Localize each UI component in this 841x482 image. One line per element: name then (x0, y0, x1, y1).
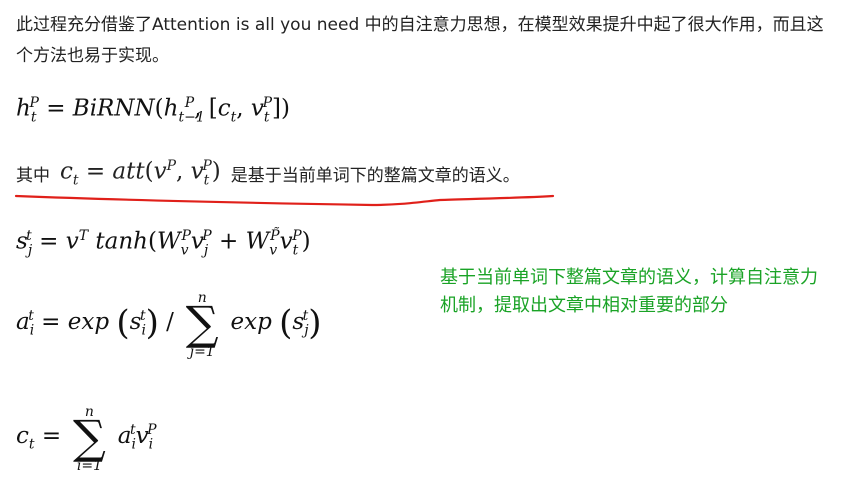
formula-context: ct = n ∑ i=1 aitviP (16, 404, 157, 474)
sum-symbol: n ∑ j=1 (185, 290, 219, 360)
formula-softmax: ait = exp (sit) / n ∑ j=1 exp (sjt) (16, 290, 322, 360)
sum-symbol: n ∑ i=1 (73, 404, 106, 474)
formula-score: sjt = vT tanh(WvPvjP + WvP̃vtP) (16, 228, 311, 259)
green-annotation-note: 基于当前单词下整篇文章的语义，计算自注意力机制，提取出文章中相对重要的部分 (440, 267, 818, 316)
